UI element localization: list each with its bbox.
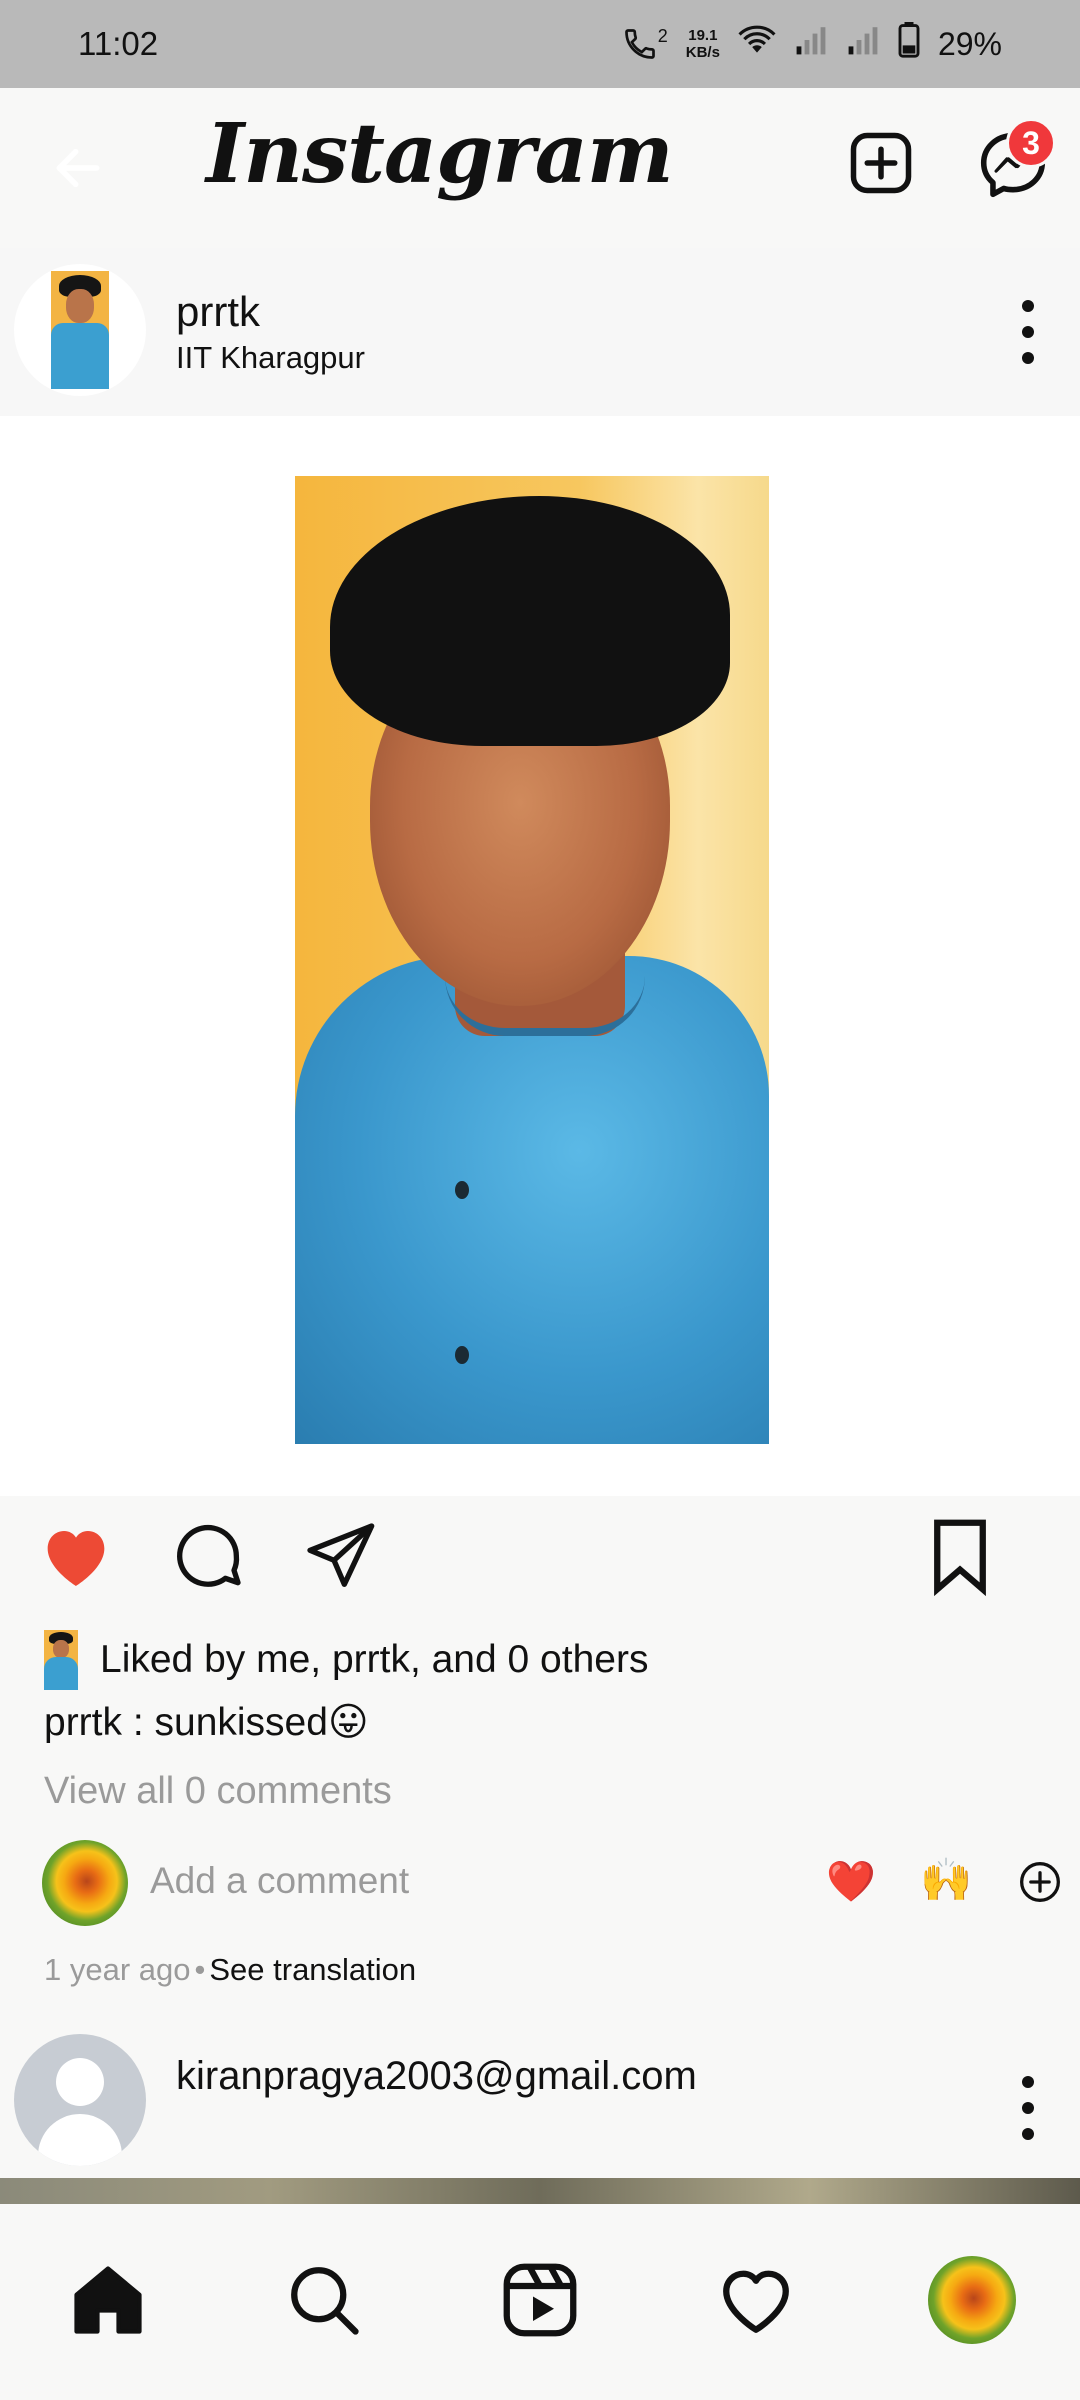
share-send-icon[interactable] [300, 1516, 380, 1601]
next-post-header: kiranpragya2003@gmail.com [0, 2018, 1080, 2178]
profile-avatar[interactable] [928, 2256, 1016, 2344]
post-media[interactable] [0, 416, 1080, 1496]
quick-reaction-raised-hands[interactable]: 🙌 [920, 1856, 972, 1905]
battery-percent: 29% [937, 25, 1002, 62]
messages-badge: 3 [1006, 118, 1056, 168]
reels-icon[interactable] [498, 2258, 582, 2342]
post-header: prrtk IIT Kharagpur [0, 248, 1080, 416]
comment-icon[interactable] [168, 1516, 248, 1601]
add-comment-input[interactable]: Add a comment [150, 1860, 409, 1902]
network-speed: 19.1 KB/s [685, 27, 720, 61]
instagram-logo: Instagram [206, 106, 674, 202]
signal-icon-1 [794, 24, 828, 64]
post-caption: prrtk : sunkissed😛 [44, 1701, 369, 1744]
activity-heart-icon[interactable] [714, 2258, 798, 2342]
separator-dot: • [194, 1952, 206, 1987]
liker-avatar [44, 1630, 78, 1690]
post-author-avatar[interactable] [14, 264, 146, 396]
volte-call-icon: 2 [622, 26, 668, 62]
create-post-icon[interactable] [848, 130, 914, 196]
avatar-image [51, 271, 109, 389]
post-location[interactable]: IIT Kharagpur [176, 340, 365, 376]
sim-label: 2 [657, 26, 668, 46]
post-timestamp: 1 year ago [44, 1952, 191, 1987]
wifi-icon [738, 24, 776, 64]
battery-icon [898, 22, 920, 66]
back-arrow-icon[interactable] [50, 140, 106, 196]
post-meta: 1 year ago • See translation [44, 1952, 416, 1988]
home-icon[interactable] [66, 2258, 150, 2342]
post-username[interactable]: prrtk [176, 288, 260, 336]
bookmark-icon[interactable] [918, 1514, 1002, 1603]
signal-icon-2 [846, 24, 880, 64]
see-translation-link[interactable]: See translation [209, 1952, 416, 1987]
liked-by-text[interactable]: Liked by me, prrtk, and 0 others [100, 1638, 648, 1682]
app-header: Instagram 3 [0, 88, 1080, 248]
post-photo[interactable] [295, 476, 769, 1444]
more-reactions-icon[interactable] [1018, 1860, 1062, 1909]
bottom-navigation [0, 2204, 1080, 2400]
next-post-options-icon[interactable] [1018, 2076, 1038, 2140]
like-heart-icon[interactable] [36, 1516, 116, 1601]
next-post-username[interactable]: kiranpragya2003@gmail.com [176, 2054, 697, 2099]
post-action-bar [0, 1496, 1080, 1616]
view-all-comments-link[interactable]: View all 0 comments [44, 1770, 392, 1813]
likes-summary[interactable]: Liked by me, prrtk, and 0 others [44, 1630, 648, 1690]
search-icon[interactable] [282, 2258, 366, 2342]
default-avatar-icon[interactable] [14, 2034, 146, 2166]
add-comment-row: Add a comment ❤️ 🙌 [0, 1836, 1080, 1932]
current-user-avatar [42, 1840, 128, 1926]
status-icons: 2 19.1 KB/s 29% [622, 22, 1002, 66]
quick-reaction-heart[interactable]: ❤️ [826, 1858, 876, 1905]
status-time: 11:02 [78, 25, 159, 62]
status-bar: 11:02 2 19.1 KB/s 29% [0, 0, 1080, 88]
post-options-icon[interactable] [1018, 300, 1038, 364]
next-post-media[interactable] [0, 2178, 1080, 2204]
